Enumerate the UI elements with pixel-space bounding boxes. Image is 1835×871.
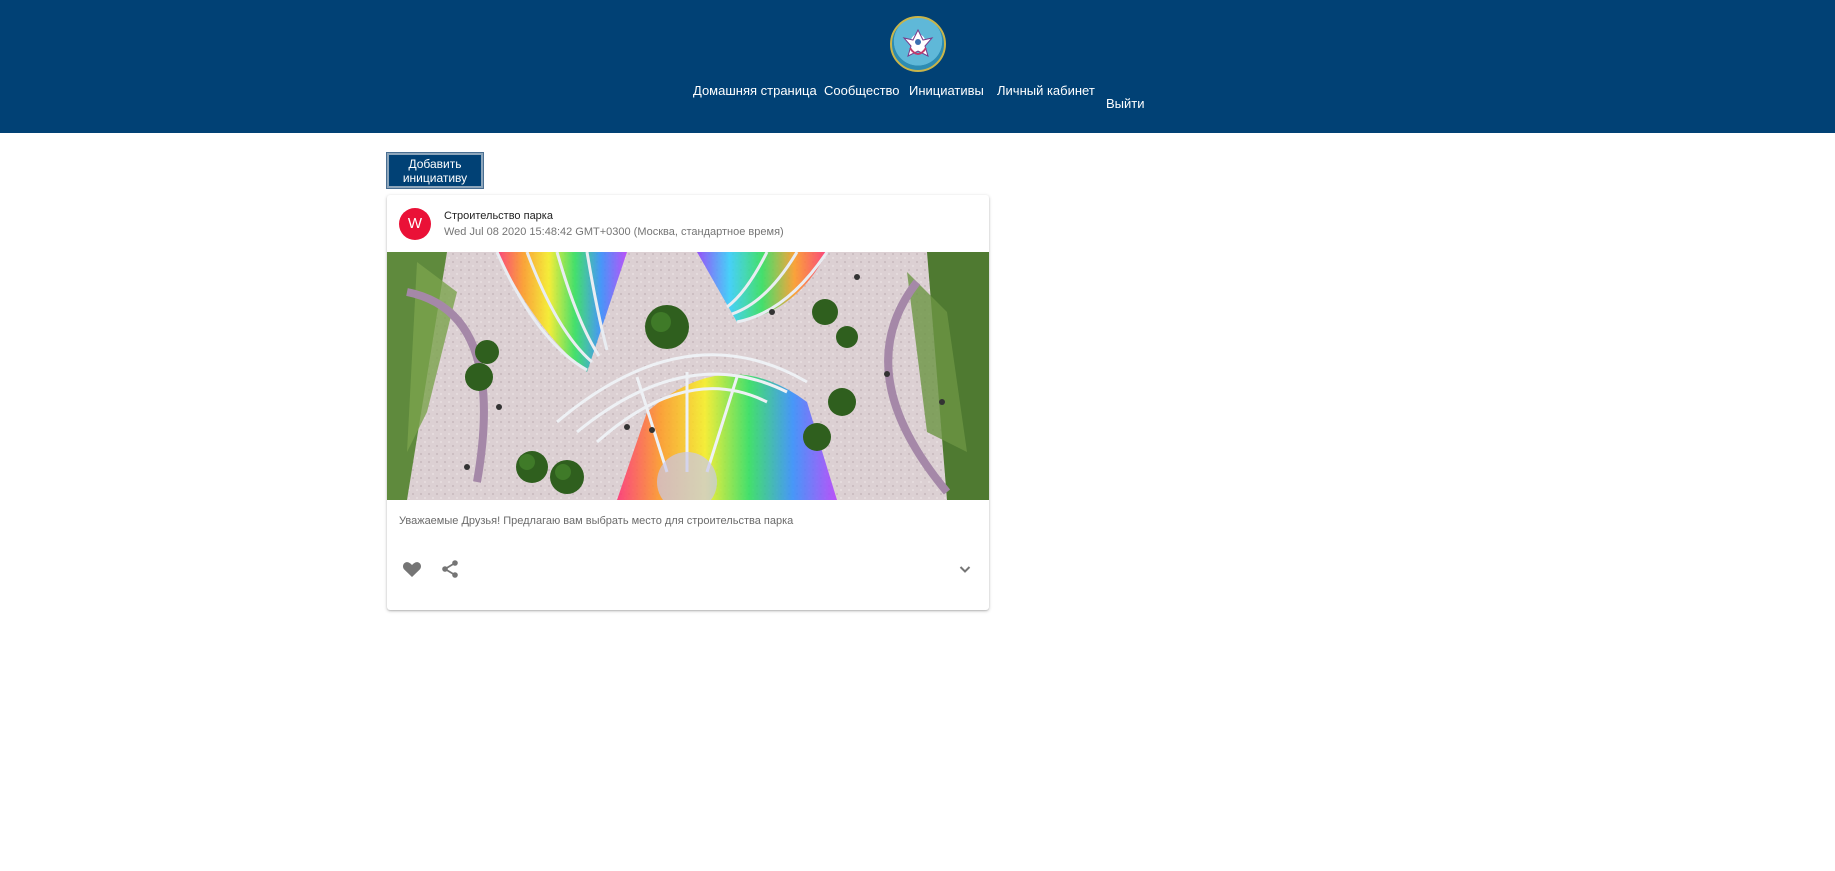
nav-account[interactable]: Личный кабинет	[997, 83, 1095, 98]
initiative-card: W Строительство парка Wed Jul 08 2020 15…	[387, 195, 989, 610]
coat-of-arms-logo[interactable]	[890, 16, 946, 72]
nav-logout[interactable]: Выйти	[1106, 96, 1145, 111]
card-date: Wed Jul 08 2020 15:48:42 GMT+0300 (Москв…	[444, 226, 784, 238]
like-button[interactable]	[400, 557, 424, 581]
share-button[interactable]	[438, 557, 462, 581]
site-header: Домашняя страница Сообщество Инициативы …	[0, 0, 1835, 133]
card-title: Строительство парка	[444, 210, 553, 222]
nav-initiatives[interactable]: Инициативы	[909, 83, 984, 98]
add-initiative-button[interactable]: Добавить инициативу	[386, 152, 484, 189]
avatar: W	[399, 208, 431, 240]
heart-icon	[403, 562, 421, 577]
nav-home[interactable]: Домашняя страница	[693, 83, 817, 98]
main-nav: Домашняя страница Сообщество Инициативы …	[0, 83, 1835, 123]
park-rendering-image	[387, 252, 989, 500]
share-icon	[442, 560, 458, 578]
add-initiative-label-line1: Добавить	[408, 157, 462, 171]
add-initiative-label-line2: инициативу	[402, 171, 468, 185]
expand-button[interactable]	[953, 557, 977, 581]
card-description: Уважаемые Друзья! Предлагаю вам выбрать …	[399, 515, 794, 527]
chevron-down-icon	[959, 566, 971, 573]
nav-community[interactable]: Сообщество	[824, 83, 900, 98]
